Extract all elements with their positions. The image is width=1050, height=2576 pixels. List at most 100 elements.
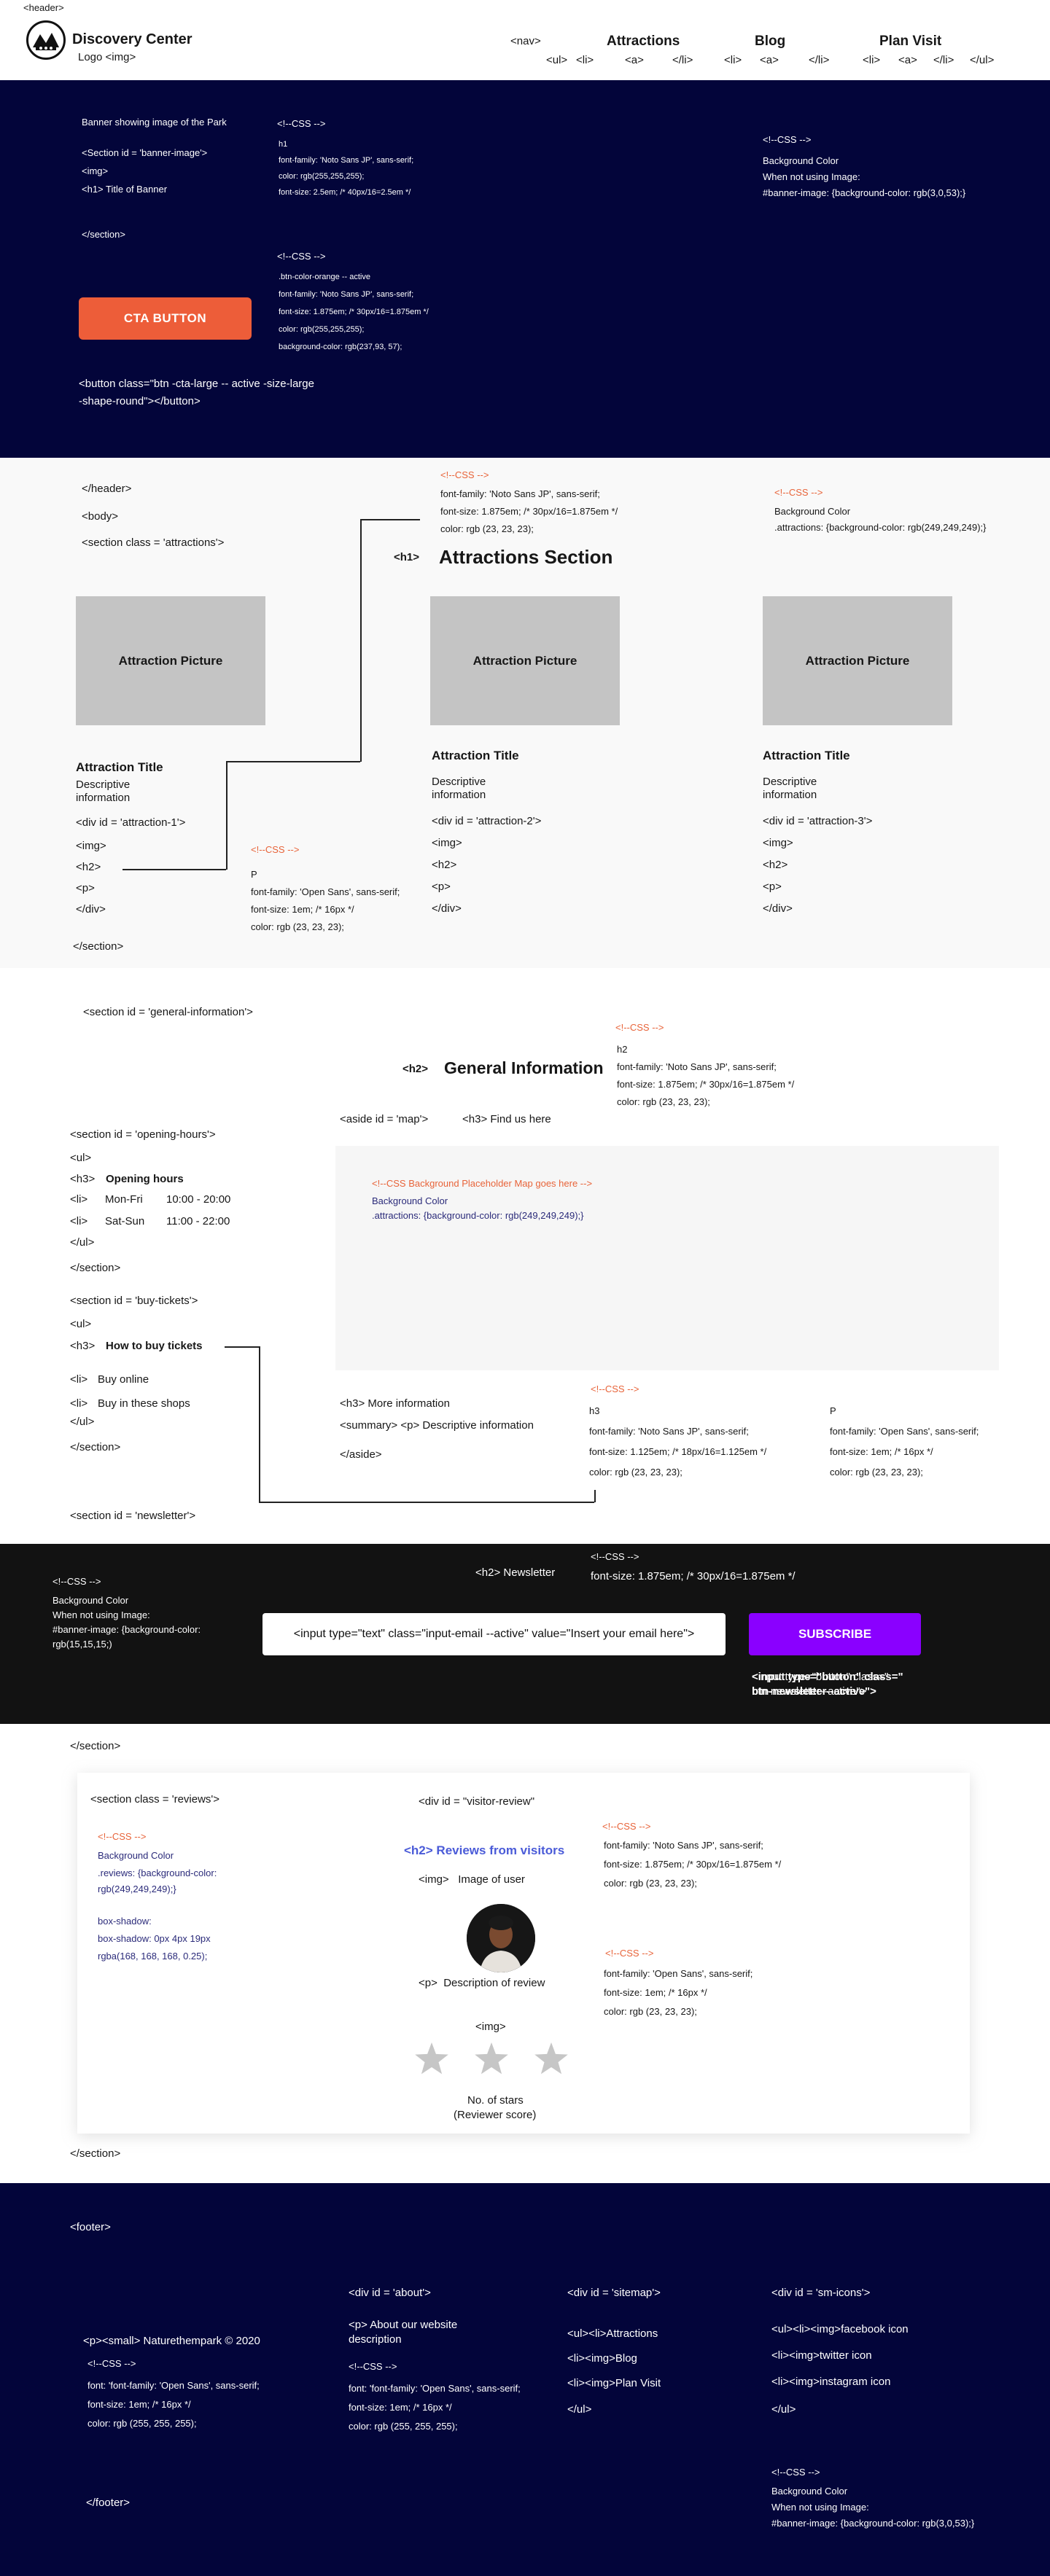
facebook-icon[interactable]: <ul><li><img>facebook icon <box>771 2323 909 2337</box>
css-line: Background Color <box>771 2486 848 2497</box>
css-line: color: rgb(255,255,255); <box>279 325 365 334</box>
css-line: When not using Image: <box>52 1609 150 1620</box>
banner-desc: Banner showing image of the Park <box>82 117 227 128</box>
sitemap-link-blog[interactable]: <li><img>Blog <box>567 2352 637 2366</box>
opening-day: Sat-Sun <box>105 1215 145 1227</box>
h2-label: <h2> <box>402 1063 429 1075</box>
li-tag: <li> <box>70 1215 88 1227</box>
h2-tag: <h2> <box>432 859 457 871</box>
p-tag: <p> <box>432 881 451 893</box>
aside-tag: <aside id = 'map'> <box>340 1113 429 1125</box>
attraction-div-tag: <div id = 'attraction-1'> <box>76 816 186 829</box>
button-code-line: <input type="button" class=" <box>752 1671 903 1683</box>
img-tag: <img> <box>76 840 106 852</box>
instagram-icon[interactable]: <li><img>instagram icon <box>771 2376 890 2389</box>
css-marker: <!--CSS --> <box>771 2467 820 2478</box>
attraction-desc: Descriptive <box>432 776 486 788</box>
logo-icon[interactable] <box>26 20 66 60</box>
about-text: <p> About our website <box>349 2319 458 2331</box>
li-tag: <li> <box>863 54 881 66</box>
section-close-tag: </section> <box>70 1441 121 1453</box>
css-line: font-size: 1.875em; /* 30px/16=1.875em *… <box>279 308 429 316</box>
css-line: Background Color <box>98 1850 174 1861</box>
p-tag: <p> <box>763 881 782 893</box>
li-tag: <li> <box>70 1397 88 1410</box>
css-line: .attractions: {background-color: rgb(249… <box>774 522 987 533</box>
attraction-desc: Descriptive <box>76 778 131 791</box>
css-line: P <box>251 869 257 880</box>
opening-hours-section-tag: <section id = 'opening-hours'> <box>70 1128 216 1141</box>
css-line: font-size: 1em; /* 16px */ <box>88 2399 191 2410</box>
logo-name[interactable]: Discovery Center <box>72 31 192 49</box>
sitemap-link-attractions[interactable]: <ul><li>Attractions <box>567 2327 658 2341</box>
css-line: font-family: 'Noto Sans JP', sans-serif; <box>589 1426 749 1437</box>
cta-button[interactable]: CTA BUTTON <box>79 297 252 340</box>
body-tag: <body> <box>82 510 119 523</box>
nav-item-plan-visit[interactable]: Plan Visit <box>879 33 941 50</box>
attraction-desc: information <box>763 789 817 801</box>
p-tag: <p> <box>76 882 95 894</box>
a-tag: <a> <box>898 54 917 66</box>
css-line: color: rgb (23, 23, 23); <box>617 1096 710 1107</box>
css-line: When not using Image: <box>771 2502 869 2513</box>
css-marker: <!--CSS --> <box>591 1551 639 1562</box>
css-line: .attractions: {background-color: rgb(249… <box>372 1210 584 1221</box>
css-line: font-size: 1em; /* 16px */ <box>604 1987 707 1998</box>
footer-close-tag: </footer> <box>86 2497 131 2509</box>
section-close-tag: </section> <box>73 940 124 953</box>
css-marker: <!--CSS --> <box>277 251 326 262</box>
attractions-section-tag: <section class = 'attractions'> <box>82 536 225 549</box>
css-marker: <!--CSS --> <box>591 1383 639 1394</box>
li-tag: <li> <box>576 54 594 66</box>
css-line: rgb(249,249,249);} <box>98 1884 176 1894</box>
subscribe-button[interactable]: SUBSCRIBE <box>749 1613 921 1655</box>
copyright-text: <p><small> Naturethempark © 2020 <box>83 2335 260 2347</box>
css-line: color: rgb (23, 23, 23); <box>251 921 344 932</box>
star-icon <box>534 2042 568 2075</box>
attraction-picture[interactable]: Attraction Picture <box>430 596 620 725</box>
ticket-option: Buy online <box>98 1373 149 1386</box>
section-close-tag: </section> <box>70 2147 121 2160</box>
div-close-tag: </div> <box>763 902 793 915</box>
attraction-picture[interactable]: Attraction Picture <box>76 596 265 725</box>
img-tag: <img> <box>475 2021 506 2033</box>
ul-tag: <ul> <box>70 1152 92 1164</box>
css-marker: <!--CSS --> <box>277 118 326 129</box>
css-line: font-size: 1.875em; /* 30px/16=1.875em *… <box>440 506 618 517</box>
general-title: General Information <box>444 1058 604 1077</box>
ul-close-tag: </ul> <box>970 54 995 66</box>
reviews-heading: <h2> Reviews from visitors <box>404 1843 565 1857</box>
twitter-icon[interactable]: <li><img>twitter icon <box>771 2349 872 2363</box>
css-marker: <!--CSS --> <box>602 1821 651 1832</box>
css-marker: <!--CSS --> <box>349 2361 397 2372</box>
css-line: color: rgb (23, 23, 23); <box>830 1467 923 1478</box>
email-input[interactable]: <input type="text" class="input-email --… <box>262 1613 726 1655</box>
img-tag: <img> <box>763 837 793 849</box>
map-placeholder[interactable]: <!--CSS Background Placeholder Map goes … <box>335 1146 999 1370</box>
css-line: Background Color <box>372 1195 448 1206</box>
star-icon <box>475 2042 508 2075</box>
nav-item-blog[interactable]: Blog <box>755 33 785 50</box>
css-line: Background Color <box>774 506 851 517</box>
css-line: font-size: 1.875em; /* 30px/16=1.875em *… <box>617 1079 795 1090</box>
attraction-div-tag: <div id = 'attraction-2'> <box>432 815 542 827</box>
attraction-desc: information <box>432 789 486 801</box>
css-line: #banner-image: {background-color: rgb(3,… <box>771 2518 975 2529</box>
attraction-picture[interactable]: Attraction Picture <box>763 596 952 725</box>
stars-label: (Reviewer score) <box>454 2109 537 2121</box>
css-marker: <!--CSS --> <box>88 2358 136 2369</box>
nav-item-attractions[interactable]: Attractions <box>607 33 680 50</box>
buy-tickets-section-tag: <section id = 'buy-tickets'> <box>70 1295 198 1307</box>
css-line: h3 <box>589 1405 600 1416</box>
css-marker: <!--CSS --> <box>615 1022 664 1033</box>
css-line: font-size: 1.875em; /* 30px/16=1.875em *… <box>604 1859 782 1870</box>
button-code-line: -shape-round"></button> <box>79 395 201 407</box>
css-marker: <!--CSS --> <box>251 844 300 855</box>
attraction-title: Attraction Title <box>76 760 163 774</box>
sitemap-link-plan-visit[interactable]: <li><img>Plan Visit <box>567 2377 661 2391</box>
reviews-section-tag: <section class = 'reviews'> <box>90 1793 220 1806</box>
css-marker: <!--CSS --> <box>774 487 823 498</box>
css-line: font-family: 'Open Sans', sans-serif; <box>251 886 400 897</box>
li-tag: <li> <box>724 54 742 66</box>
star-rating <box>411 2041 580 2077</box>
